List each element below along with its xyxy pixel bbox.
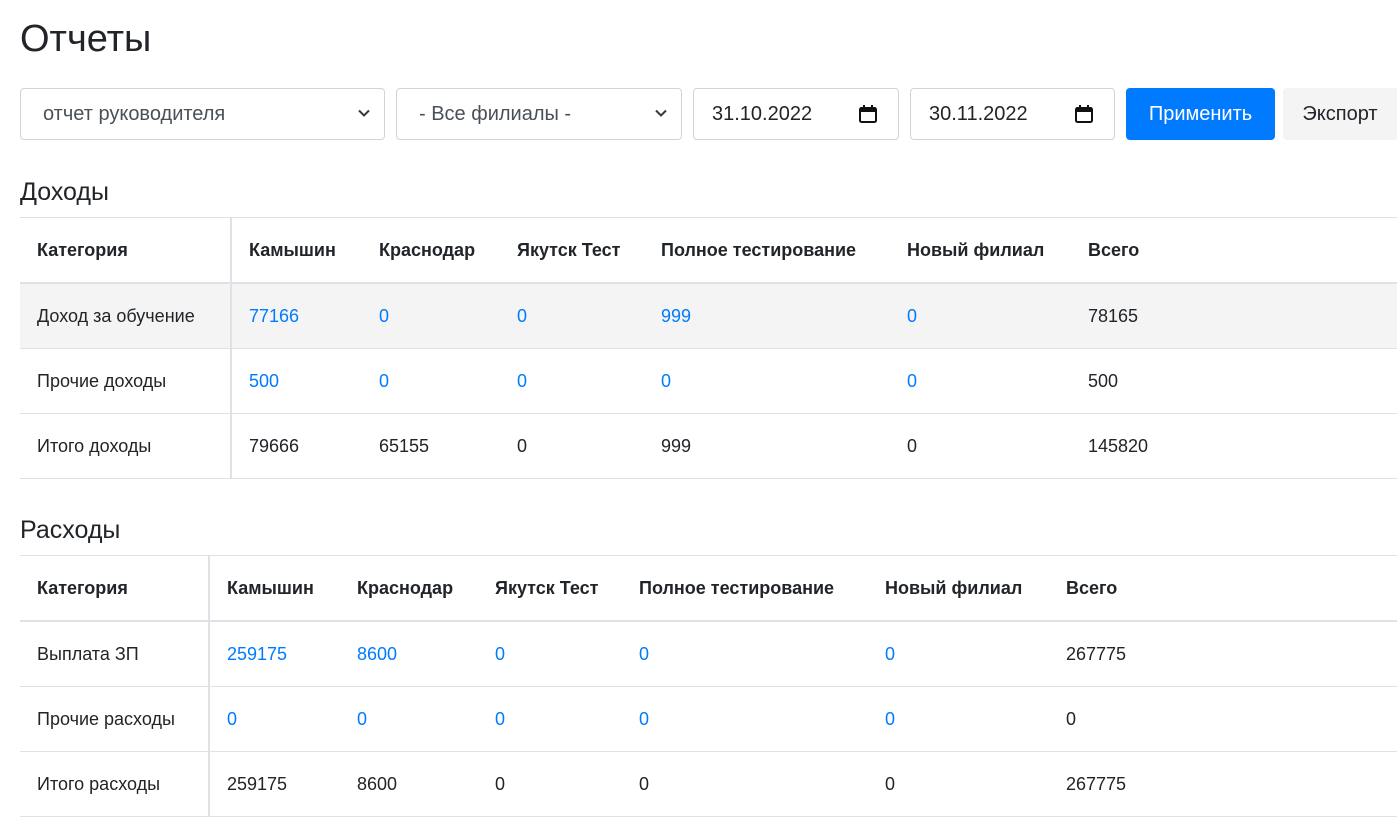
apply-button[interactable]: Применить xyxy=(1126,88,1275,140)
amount-link[interactable]: 0 xyxy=(478,620,622,687)
table-row-totals: Итого расходы 259175 8600 0 0 0 267775 xyxy=(20,751,1397,817)
income-header-row: Категория Камышин Краснодар Якутск Тест … xyxy=(20,217,1397,284)
total-value: 65155 xyxy=(362,413,500,479)
income-header-full-testing: Полное тестирование xyxy=(644,217,890,284)
export-button[interactable]: Экспорт xyxy=(1283,88,1397,140)
amount-link[interactable]: 0 xyxy=(868,620,1049,687)
calendar-icon[interactable] xyxy=(858,104,878,124)
expenses-table: Категория Камышин Краснодар Якутск Тест … xyxy=(20,555,1397,817)
total-value: 0 xyxy=(622,751,868,817)
expenses-header-full-testing: Полное тестирование xyxy=(622,555,868,622)
amount-link[interactable]: 0 xyxy=(500,348,644,414)
filter-toolbar: отчет руководителя - Все филиалы - 31.10… xyxy=(20,88,1397,140)
amount-link[interactable]: 0 xyxy=(890,348,1071,414)
table-row: Прочие доходы 500 0 0 0 0 500 xyxy=(20,348,1397,414)
income-header-krasnodar: Краснодар xyxy=(362,217,500,284)
amount-link[interactable]: 999 xyxy=(644,282,890,349)
table-row: Доход за обучение 77166 0 0 999 0 78165 xyxy=(20,282,1397,349)
calendar-icon[interactable] xyxy=(1074,104,1094,124)
amount-link[interactable]: 0 xyxy=(340,686,478,752)
expenses-header-total: Всего xyxy=(1049,555,1397,622)
total-value: 259175 xyxy=(209,751,340,817)
expenses-header-yakutsk-test: Якутск Тест xyxy=(478,555,622,622)
date-to-input[interactable]: 30.11.2022 xyxy=(910,88,1115,140)
income-header-new-branch: Новый филиал xyxy=(890,217,1071,284)
income-header-total: Всего xyxy=(1071,217,1397,284)
expenses-header-row: Категория Камышин Краснодар Якутск Тест … xyxy=(20,555,1397,622)
row-category: Итого расходы xyxy=(20,751,210,817)
row-total: 267775 xyxy=(1049,751,1397,817)
row-total: 78165 xyxy=(1071,282,1397,349)
income-header-kamyshin: Камышин xyxy=(231,217,362,284)
row-total: 0 xyxy=(1049,686,1397,752)
table-row: Выплата ЗП 259175 8600 0 0 0 267775 xyxy=(20,620,1397,687)
row-total: 145820 xyxy=(1071,413,1397,479)
amount-link[interactable]: 0 xyxy=(622,686,868,752)
amount-link[interactable]: 500 xyxy=(231,348,362,414)
amount-link[interactable]: 0 xyxy=(622,620,868,687)
table-row: Прочие расходы 0 0 0 0 0 0 xyxy=(20,686,1397,752)
report-type-value: отчет руководителя xyxy=(43,102,226,125)
amount-link[interactable]: 0 xyxy=(500,282,644,349)
expenses-header-krasnodar: Краснодар xyxy=(340,555,478,622)
page-title: Отчеты xyxy=(20,18,152,60)
amount-link[interactable]: 0 xyxy=(209,686,340,752)
income-table: Категория Камышин Краснодар Якутск Тест … xyxy=(20,217,1397,479)
amount-link[interactable]: 0 xyxy=(644,348,890,414)
branch-select[interactable]: - Все филиалы - xyxy=(396,88,682,140)
row-category: Выплата ЗП xyxy=(20,620,210,687)
amount-link[interactable]: 0 xyxy=(868,686,1049,752)
income-header-yakutsk-test: Якутск Тест xyxy=(500,217,644,284)
amount-link[interactable]: 0 xyxy=(362,282,500,349)
amount-link[interactable]: 77166 xyxy=(231,282,362,349)
total-value: 79666 xyxy=(231,413,362,479)
total-value: 0 xyxy=(868,751,1049,817)
date-from-value: 31.10.2022 xyxy=(712,102,813,125)
chevron-down-icon xyxy=(655,109,667,117)
row-category: Итого доходы xyxy=(20,413,232,479)
row-category: Прочие доходы xyxy=(20,348,232,414)
total-value: 0 xyxy=(890,413,1071,479)
date-from-input[interactable]: 31.10.2022 xyxy=(693,88,899,140)
amount-link[interactable]: 0 xyxy=(890,282,1071,349)
expenses-header-category: Категория xyxy=(20,555,210,622)
total-value: 999 xyxy=(644,413,890,479)
chevron-down-icon xyxy=(358,109,370,117)
amount-link[interactable]: 259175 xyxy=(209,620,340,687)
income-header-category: Категория xyxy=(20,217,232,284)
branch-value: - Все филиалы - xyxy=(419,102,572,125)
table-row-totals: Итого доходы 79666 65155 0 999 0 145820 xyxy=(20,413,1397,479)
amount-link[interactable]: 0 xyxy=(362,348,500,414)
row-total: 500 xyxy=(1071,348,1397,414)
row-total: 267775 xyxy=(1049,620,1397,687)
total-value: 0 xyxy=(500,413,644,479)
amount-link[interactable]: 8600 xyxy=(340,620,478,687)
row-category: Доход за обучение xyxy=(20,282,232,349)
total-value: 8600 xyxy=(340,751,478,817)
date-to-value: 30.11.2022 xyxy=(929,102,1028,125)
income-section-title: Доходы xyxy=(20,178,109,206)
report-type-select[interactable]: отчет руководителя xyxy=(20,88,385,140)
row-category: Прочие расходы xyxy=(20,686,210,752)
expenses-header-new-branch: Новый филиал xyxy=(868,555,1049,622)
expenses-section-title: Расходы xyxy=(20,516,121,544)
expenses-header-kamyshin: Камышин xyxy=(209,555,340,622)
amount-link[interactable]: 0 xyxy=(478,686,622,752)
total-value: 0 xyxy=(478,751,622,817)
